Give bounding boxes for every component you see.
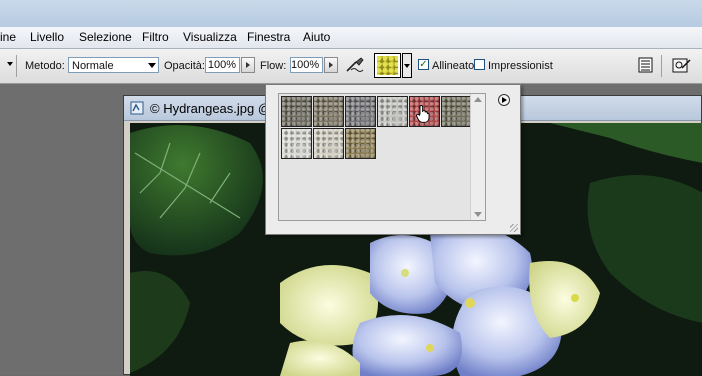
method-label: Metodo:	[25, 60, 65, 72]
opacity-input[interactable]: 100%	[205, 57, 240, 73]
scroll-down-icon[interactable]	[474, 212, 482, 217]
impressionist-label: Impressionist	[488, 60, 553, 72]
photoshop-document-icon	[130, 101, 144, 115]
method-select[interactable]: Normale	[68, 57, 159, 73]
aligned-checkbox[interactable]: ✓	[418, 59, 429, 70]
pattern-dropdown-button[interactable]	[402, 53, 412, 78]
menu-item-selezione[interactable]: Selezione	[79, 30, 132, 44]
pattern-picker-popup	[265, 84, 521, 235]
menu-item-immagine[interactable]: ine	[0, 30, 16, 44]
chevron-down-icon	[404, 64, 410, 68]
options-divider	[16, 55, 17, 77]
airbrush-icon[interactable]	[345, 56, 365, 74]
pattern-swatch[interactable]	[345, 128, 376, 159]
pattern-swatch-button[interactable]	[374, 53, 401, 78]
selected-pattern-preview	[377, 56, 398, 75]
pattern-swatch[interactable]	[313, 96, 344, 127]
pattern-swatch[interactable]	[377, 96, 408, 127]
impressionist-checkbox[interactable]	[474, 59, 485, 70]
pattern-swatch[interactable]	[281, 96, 312, 127]
opacity-label: Opacità:	[164, 60, 205, 72]
menu-item-livello[interactable]: Livello	[30, 30, 64, 44]
options-bar: Metodo: Normale Opacità: 100% Flow: 100%…	[0, 49, 702, 84]
hand-cursor-icon	[416, 105, 430, 123]
chevron-down-icon	[148, 63, 156, 68]
pattern-swatch[interactable]	[441, 96, 472, 127]
palette-well-icon[interactable]	[636, 56, 656, 74]
menu-item-finestra[interactable]: Finestra	[247, 30, 290, 44]
flow-slider-button[interactable]	[324, 57, 338, 73]
menu-bar: ine Livello Selezione Filtro Visualizza …	[0, 27, 702, 49]
pattern-swatch[interactable]	[281, 128, 312, 159]
app-title-bar	[0, 0, 702, 27]
pattern-swatch[interactable]	[345, 96, 376, 127]
document-title: © Hydrangeas.jpg @	[150, 101, 272, 116]
menu-item-filtro[interactable]: Filtro	[142, 30, 169, 44]
options-divider	[661, 55, 662, 77]
tool-presets-icon[interactable]	[670, 56, 694, 74]
resize-grip-icon[interactable]	[510, 224, 518, 232]
flow-input[interactable]: 100%	[290, 57, 323, 73]
aligned-label: Allineato	[432, 60, 475, 72]
tool-preset-arrow-icon[interactable]	[7, 62, 13, 66]
pattern-grid	[278, 93, 486, 221]
picker-menu-button[interactable]	[498, 94, 510, 106]
scroll-up-icon[interactable]	[474, 97, 482, 102]
pattern-grid-scrollbar[interactable]	[470, 94, 485, 220]
opacity-slider-button[interactable]	[241, 57, 255, 73]
pattern-swatch[interactable]	[313, 128, 344, 159]
flow-label: Flow:	[260, 60, 287, 72]
menu-item-visualizza[interactable]: Visualizza	[183, 30, 237, 44]
menu-item-aiuto[interactable]: Aiuto	[303, 30, 330, 44]
method-value: Normale	[72, 60, 114, 72]
